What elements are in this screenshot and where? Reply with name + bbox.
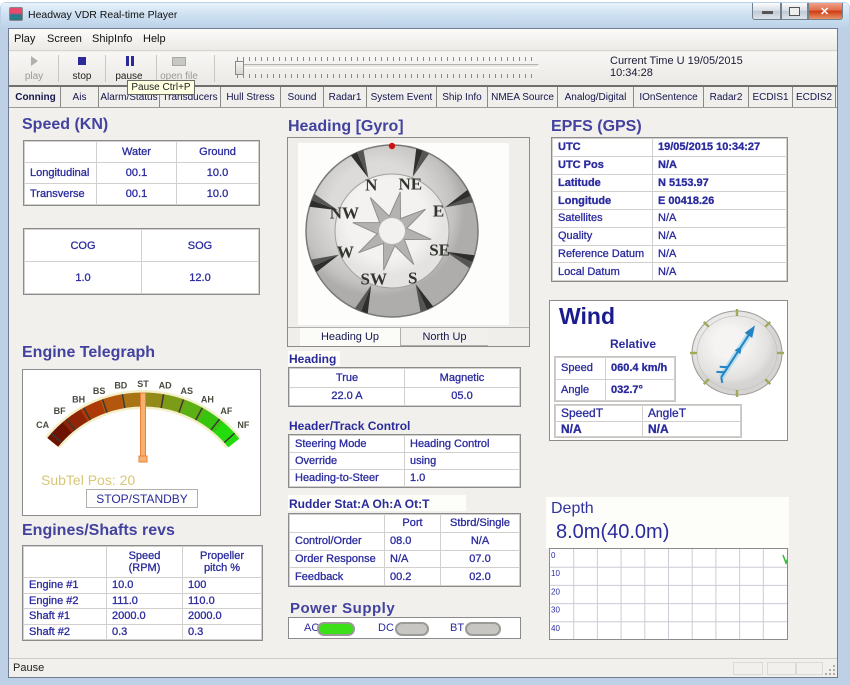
svg-text:AD: AD bbox=[159, 381, 172, 391]
svg-text:ST: ST bbox=[137, 379, 149, 389]
svg-text:30: 30 bbox=[551, 606, 560, 615]
svg-text:NF: NF bbox=[237, 420, 249, 430]
svg-text:40: 40 bbox=[551, 624, 560, 633]
svg-text:W: W bbox=[337, 243, 354, 262]
svg-text:NE: NE bbox=[398, 174, 422, 193]
svg-text:S: S bbox=[408, 269, 417, 288]
svg-text:SW: SW bbox=[360, 270, 386, 289]
svg-text:BF: BF bbox=[54, 406, 66, 416]
svg-text:10: 10 bbox=[551, 569, 560, 578]
svg-text:AF: AF bbox=[220, 406, 232, 416]
svg-text:CA: CA bbox=[36, 420, 49, 430]
svg-text:20: 20 bbox=[551, 587, 560, 596]
svg-text:0: 0 bbox=[551, 551, 556, 560]
svg-text:AS: AS bbox=[181, 386, 194, 396]
svg-text:BH: BH bbox=[72, 394, 85, 404]
svg-text:SE: SE bbox=[429, 240, 450, 259]
svg-text:BD: BD bbox=[114, 381, 127, 391]
svg-text:N: N bbox=[365, 175, 378, 194]
svg-text:AH: AH bbox=[201, 394, 214, 404]
svg-text:E: E bbox=[433, 201, 444, 220]
svg-text:BS: BS bbox=[93, 386, 106, 396]
svg-text:NW: NW bbox=[330, 204, 359, 223]
